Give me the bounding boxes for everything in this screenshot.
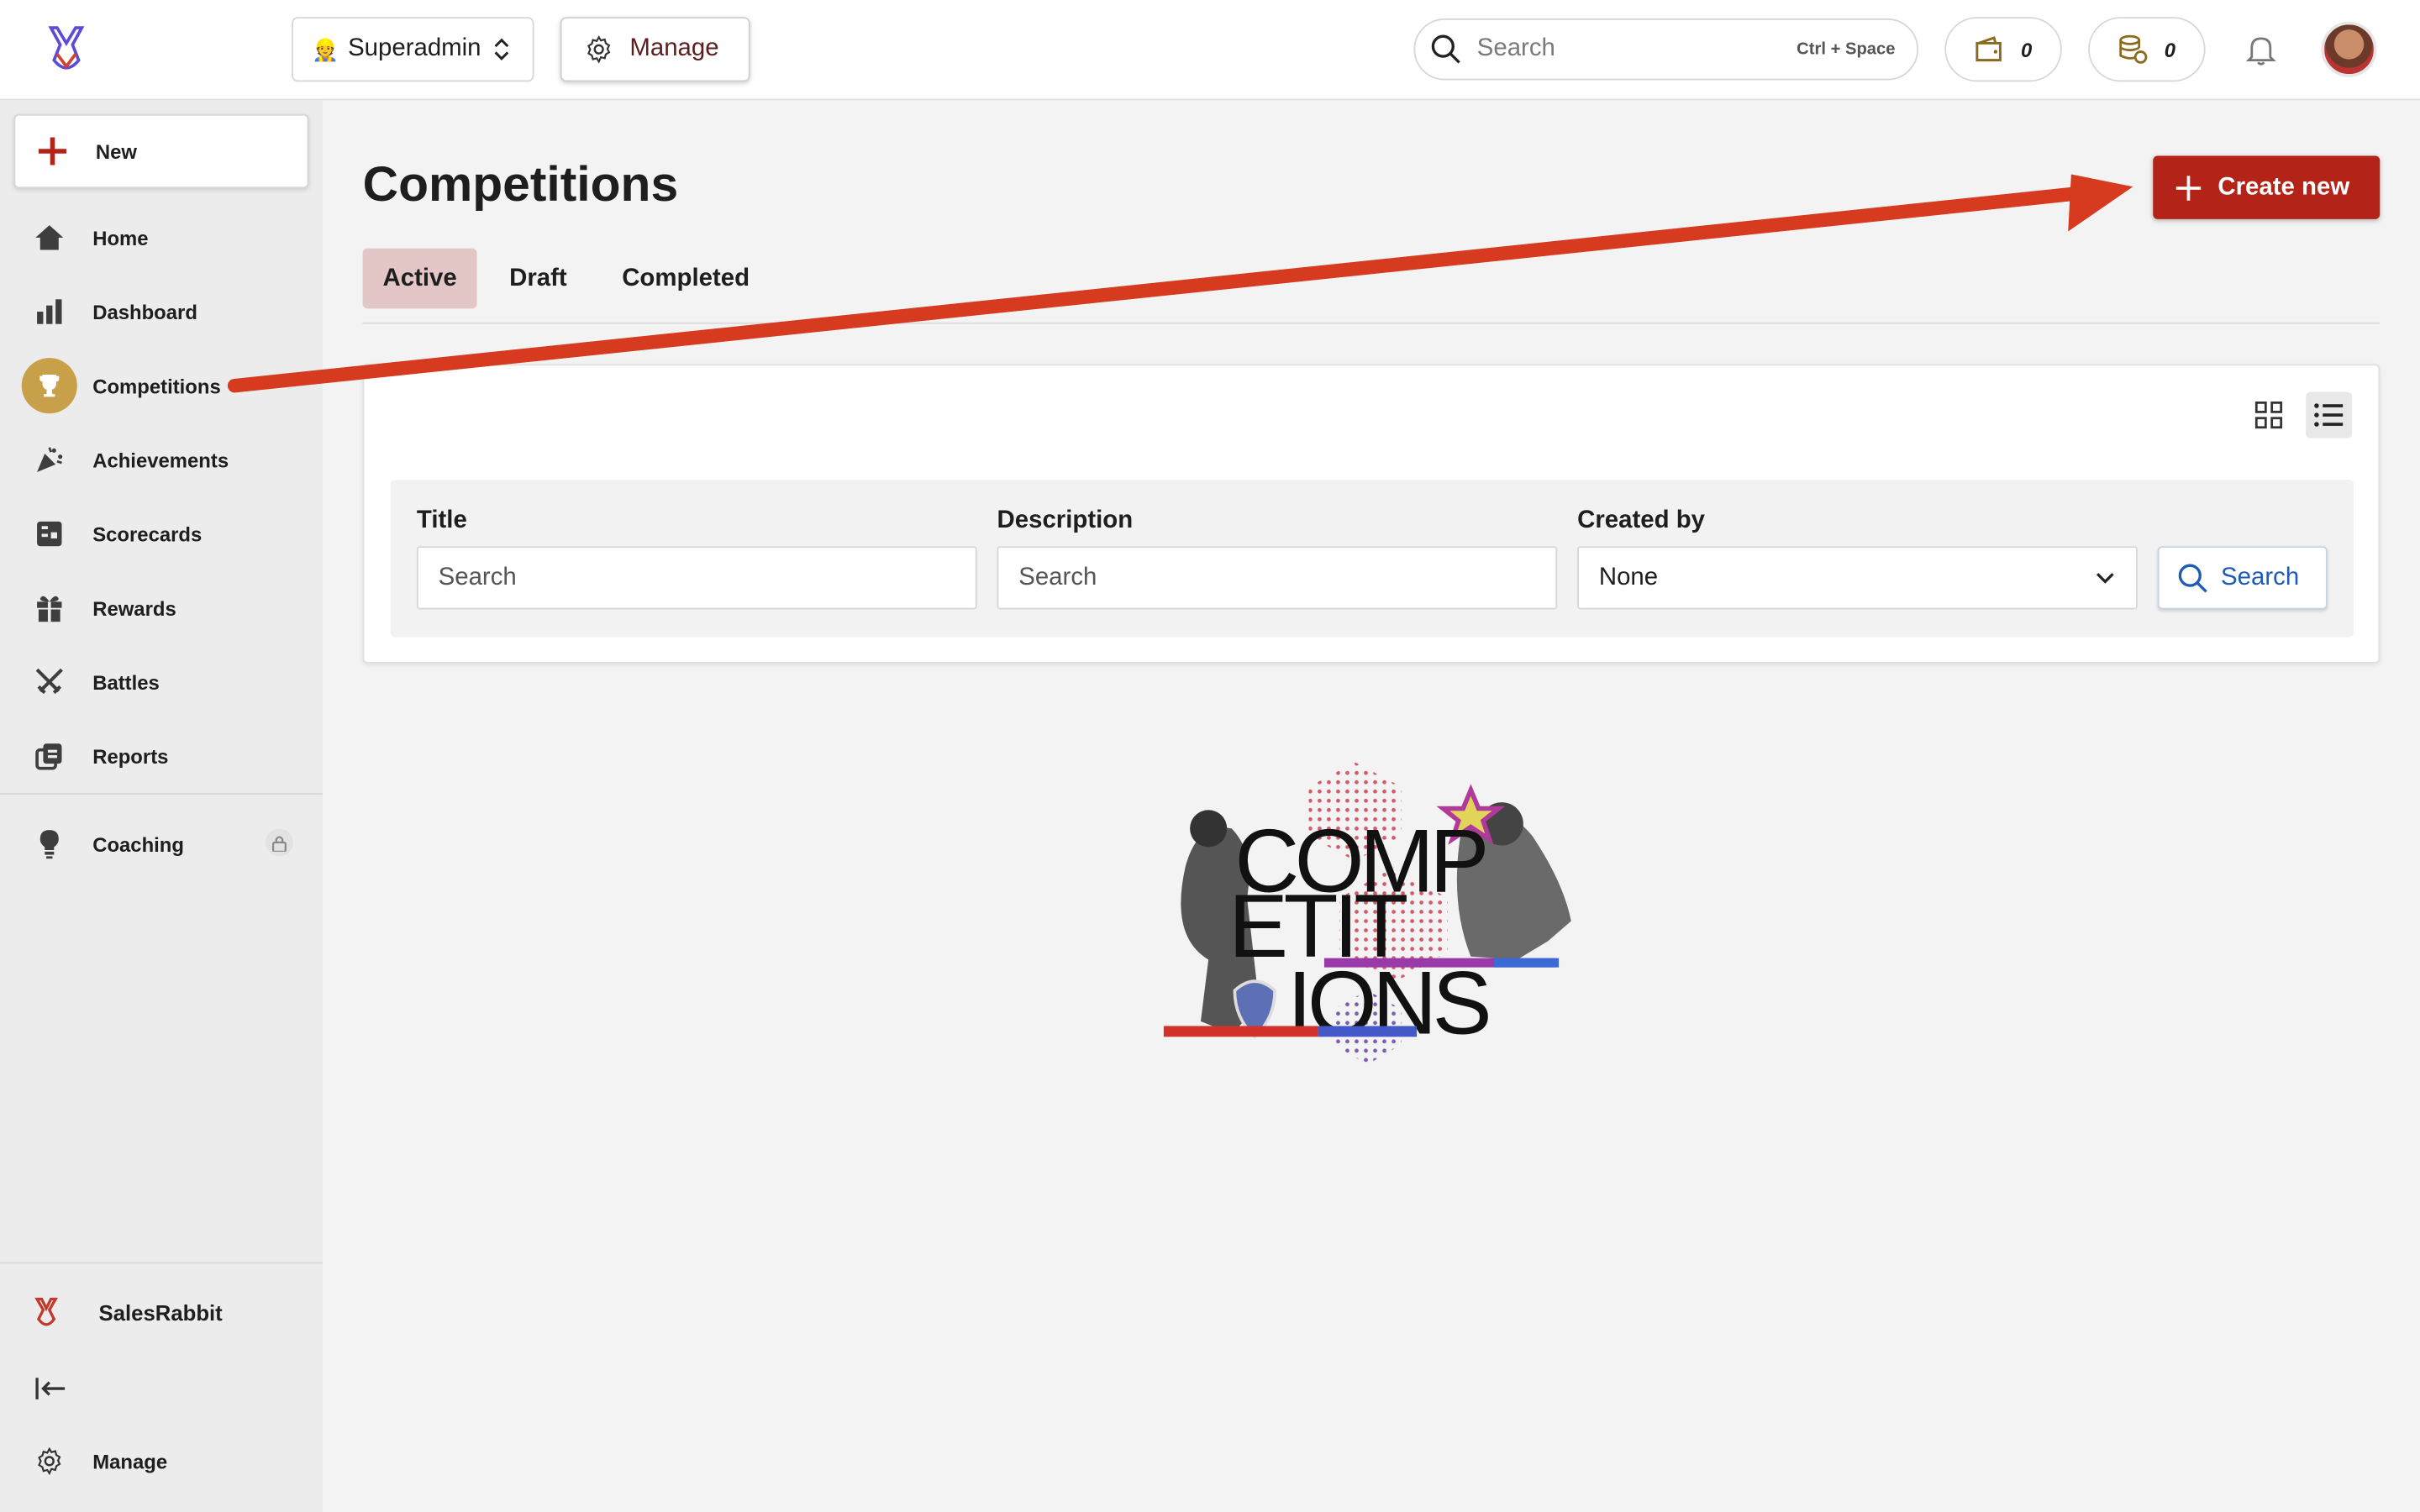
sidebar-item-battles[interactable]: Battles [0, 651, 323, 712]
filter-bar: Title Search Description Search Created … [390, 480, 2354, 638]
sidebar-divider [0, 793, 323, 795]
manage-label: Manage [629, 35, 719, 62]
search-shortcut: Ctrl + Space [1797, 39, 1896, 59]
global-search[interactable]: Search Ctrl + Space [1413, 18, 1919, 81]
gear-icon [587, 35, 611, 64]
created-by-filter-label: Created by [1577, 507, 1706, 534]
sidebar-item-scorecards[interactable]: Scorecards [0, 503, 323, 564]
title-filter-input[interactable]: Search [416, 546, 977, 610]
sidebar-item-rewards[interactable]: Rewards [0, 577, 323, 638]
sidebar: New Home Dashboard Competitions Achievem [0, 100, 323, 1512]
user-avatar[interactable] [2321, 21, 2377, 77]
sidebar-item-label: Competitions [92, 374, 221, 397]
list-view-toggle[interactable] [2306, 391, 2353, 438]
sidebar-item-label: Home [92, 226, 149, 249]
sidebar-item-label: Reports [92, 744, 169, 768]
role-label: Superadmin [348, 35, 481, 62]
crossed-swords-icon [34, 666, 65, 697]
sidebar-manage-label: Manage [92, 1449, 168, 1473]
sidebar-item-label: Battles [92, 670, 160, 694]
sidebar-item-reports[interactable]: Reports [0, 725, 323, 786]
sidebar-item-label: Rewards [92, 596, 176, 620]
chevron-up-down-icon [494, 38, 508, 60]
sidebar-item-label: Achievements [92, 448, 229, 472]
scorecard-icon [34, 518, 65, 549]
search-icon [2178, 563, 2207, 592]
lock-icon [265, 828, 293, 857]
sidebar-item-achievements[interactable]: Achievements [0, 429, 323, 491]
wallet-count: 0 [2020, 37, 2033, 61]
grid-view-toggle[interactable] [2245, 392, 2291, 438]
grid-icon [2254, 402, 2283, 429]
competitions-empty-illustration: COMP ETIT IONS [1163, 762, 1571, 1065]
wallet-balance[interactable]: 0 [1944, 17, 2062, 82]
sidebar-item-dashboard[interactable]: Dashboard [0, 281, 323, 342]
plus-icon [2175, 175, 2202, 200]
bar-chart-icon [34, 297, 65, 328]
role-selector[interactable]: 👷 Superadmin [292, 17, 534, 82]
page-title: Competitions [362, 155, 679, 212]
sidebar-item-label: Coaching [92, 832, 185, 856]
salesrabbit-logo-icon [34, 1297, 58, 1326]
tab-active[interactable]: Active [362, 248, 477, 309]
hero-word-line-3: IONS [1287, 953, 1489, 1053]
new-label: New [95, 139, 137, 163]
new-button[interactable]: New [13, 113, 309, 189]
app-logo[interactable] [45, 24, 87, 76]
collapse-sidebar-icon[interactable] [34, 1375, 67, 1403]
trophy-icon [21, 358, 77, 414]
create-new-button[interactable]: Create new [2153, 155, 2381, 219]
reports-icon [34, 741, 65, 772]
coins-icon [2119, 34, 2149, 64]
sidebar-item-label: Scorecards [92, 522, 203, 546]
tab-completed[interactable]: Completed [602, 249, 770, 309]
coins-balance[interactable]: 0 [2088, 17, 2206, 82]
tutorial-arrow [227, 174, 2133, 393]
title-filter-label: Title [416, 507, 467, 534]
role-emoji: 👷 [312, 36, 339, 61]
filter-search-label: Search [2221, 564, 2300, 591]
gift-icon [34, 592, 65, 623]
created-by-value: None [1598, 564, 1659, 591]
sidebar-manage[interactable]: Manage [0, 1431, 323, 1492]
manage-button[interactable]: Manage [560, 17, 750, 82]
search-icon [1431, 34, 1460, 64]
gear-icon [38, 1446, 61, 1476]
party-popper-icon [34, 444, 65, 475]
wallet-icon [1976, 36, 2002, 62]
description-filter-label: Description [997, 507, 1134, 534]
coins-count: 0 [2164, 37, 2176, 61]
created-by-select[interactable]: None [1577, 546, 2138, 610]
sidebar-item-coaching[interactable]: Coaching [0, 813, 323, 874]
plus-icon [38, 137, 66, 165]
competitions-panel: Title Search Description Search Created … [362, 364, 2381, 664]
lightbulb-icon [34, 828, 65, 859]
sidebar-item-label: Dashboard [92, 300, 197, 323]
filter-search-button[interactable]: Search [2157, 546, 2328, 610]
sidebar-item-home[interactable]: Home [0, 207, 323, 268]
list-icon [2314, 403, 2344, 427]
top-bar: 👷 Superadmin Manage Search Ctrl + Space [0, 0, 2420, 101]
bell-icon[interactable] [2244, 33, 2278, 66]
sidebar-bottom-divider [0, 1262, 323, 1264]
create-new-label: Create new [2217, 173, 2350, 200]
brand-switcher[interactable]: SalesRabbit [0, 1290, 323, 1336]
global-search-input[interactable]: Search [1477, 35, 1797, 63]
chevron-down-icon [2096, 572, 2114, 583]
brand-label: SalesRabbit [98, 1300, 223, 1326]
status-tabs: Active Draft Completed [362, 248, 2381, 324]
sidebar-item-competitions[interactable]: Competitions [0, 354, 323, 416]
tab-draft[interactable]: Draft [489, 249, 587, 309]
description-filter-input[interactable]: Search [997, 546, 1558, 610]
home-icon [34, 222, 65, 253]
